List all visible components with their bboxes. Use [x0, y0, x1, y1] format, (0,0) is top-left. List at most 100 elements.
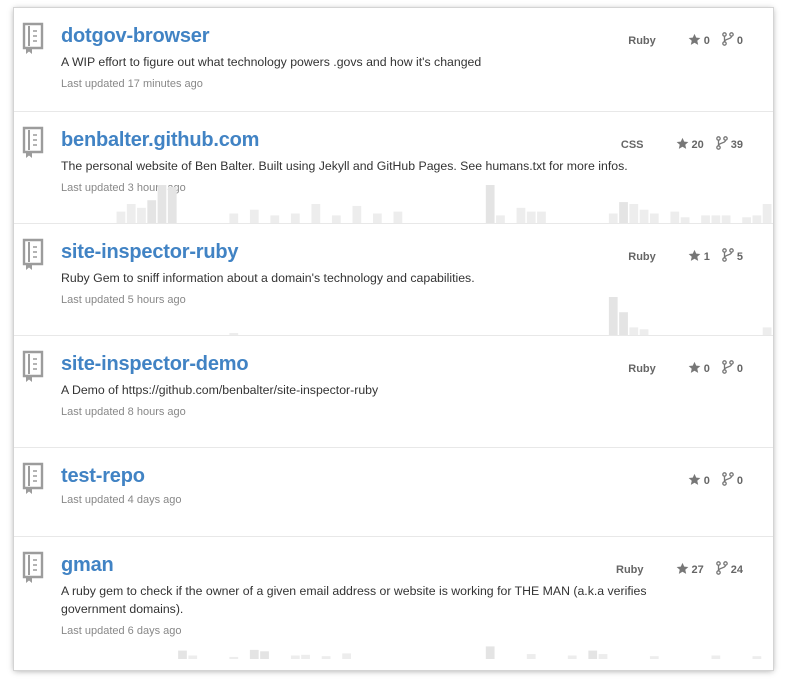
repo-stats: Ruby 27 24 [616, 561, 743, 578]
stargazers-link[interactable]: 0 [688, 361, 710, 377]
activity-bar [137, 207, 146, 223]
activity-bar [249, 649, 259, 659]
activity-bar [762, 327, 772, 335]
activity-bar [188, 655, 198, 659]
activity-bar [229, 333, 239, 335]
activity-graph [14, 496, 773, 536]
activity-bar [701, 215, 710, 223]
activity-bar [608, 213, 618, 223]
repo-name-link[interactable]: dotgov-browser [61, 25, 210, 48]
fork-icon [722, 248, 737, 265]
activity-bar [752, 215, 762, 223]
repo-language: Ruby [628, 34, 656, 47]
star-icon [688, 473, 704, 489]
stargazers-link[interactable]: 27 [676, 562, 704, 578]
activity-bar [331, 215, 341, 223]
activity-bar [229, 656, 239, 659]
repo-name-link[interactable]: gman [61, 554, 114, 577]
star-count: 20 [691, 138, 704, 151]
star-count: 0 [703, 362, 710, 375]
repo-list-item: dotgov-browser Ruby 0 0 A WIP effort to … [14, 8, 773, 112]
repo-list-item: gman Ruby 27 24 A ruby gem to check if t… [14, 537, 773, 667]
activity-bar [178, 650, 187, 659]
repo-list-item: site-inspector-demo Ruby 0 0 A Demo of h… [14, 336, 773, 448]
activity-bar [485, 185, 495, 223]
activity-bar [629, 204, 639, 223]
activity-bar [742, 217, 751, 223]
activity-bar [711, 215, 721, 223]
repo-name-link[interactable]: benbalter.github.com [61, 129, 259, 152]
activity-graph [229, 297, 772, 335]
activity-bar [649, 656, 659, 659]
forks-link[interactable]: 0 [722, 472, 743, 489]
activity-bar [311, 204, 321, 223]
activity-bar [639, 209, 649, 223]
forks-link[interactable]: 39 [715, 136, 743, 153]
activity-bar [157, 185, 167, 223]
repo-name-link[interactable]: site-inspector-ruby [61, 241, 239, 264]
activity-bar [147, 200, 157, 223]
forks-link[interactable]: 0 [722, 32, 743, 49]
activity-bar [680, 217, 690, 223]
repo-description: Ruby Gem to sniff information about a do… [61, 271, 475, 285]
star-count: 0 [703, 34, 710, 47]
activity-bar [670, 211, 680, 223]
activity-bar [526, 654, 536, 659]
star-count: 0 [703, 474, 710, 487]
repo-book-icon [22, 238, 44, 271]
stargazers-link[interactable]: 0 [688, 473, 710, 489]
activity-bar [229, 213, 239, 223]
repo-description: A WIP effort to figure out what technolo… [61, 55, 482, 69]
repo-name-link[interactable]: site-inspector-demo [61, 353, 249, 376]
repo-description: A ruby gem to check if the owner of a gi… [61, 584, 647, 616]
repo-stats: CSS 20 39 [621, 136, 743, 153]
activity-bar [290, 213, 300, 223]
repo-stats: Ruby 0 0 [628, 32, 743, 49]
activity-graph [178, 646, 762, 659]
activity-bar [711, 655, 721, 659]
activity-graph [14, 407, 773, 447]
repo-last-updated: Last updated 6 days ago [61, 625, 182, 637]
fork-icon [722, 32, 737, 49]
activity-bar [301, 654, 310, 659]
forks-link[interactable]: 24 [715, 561, 743, 578]
star-count: 1 [703, 250, 710, 263]
activity-bar [629, 327, 639, 335]
activity-bar [352, 205, 362, 223]
fork-count: 0 [736, 34, 743, 47]
repo-book-icon [22, 462, 44, 495]
repo-book-icon [22, 22, 44, 55]
activity-bar [516, 207, 526, 223]
fork-icon [715, 561, 731, 578]
repo-list-item: benbalter.github.com CSS 20 39 The perso… [14, 112, 773, 224]
repo-name-link[interactable]: test-repo [61, 465, 145, 488]
stargazers-link[interactable]: 20 [676, 137, 704, 153]
activity-bar [290, 655, 300, 659]
activity-bar [619, 312, 628, 335]
fork-count: 5 [736, 250, 743, 263]
repo-book-icon [22, 551, 44, 584]
repo-book-icon [22, 350, 44, 383]
fork-count: 39 [730, 138, 743, 151]
forks-link[interactable]: 5 [722, 248, 743, 265]
activity-bar [639, 329, 649, 335]
fork-count: 24 [730, 563, 743, 576]
activity-bar [496, 215, 505, 223]
activity-graph [116, 185, 772, 223]
activity-bar [537, 211, 546, 223]
star-icon [688, 249, 704, 265]
star-icon [676, 137, 692, 153]
activity-bar [393, 211, 403, 223]
fork-count: 0 [736, 474, 743, 487]
star-count: 27 [691, 563, 704, 576]
repo-stats: Ruby 1 5 [628, 248, 743, 265]
activity-bar [342, 653, 351, 659]
stargazers-link[interactable]: 0 [688, 33, 710, 49]
forks-link[interactable]: 0 [722, 360, 743, 377]
repo-language: CSS [620, 138, 644, 151]
stargazers-link[interactable]: 1 [688, 249, 710, 265]
repo-list-item: test-repo 0 0 Last updated 4 days ago [14, 448, 773, 537]
activity-bar [567, 655, 577, 659]
star-icon [688, 33, 704, 49]
star-icon [688, 361, 704, 377]
